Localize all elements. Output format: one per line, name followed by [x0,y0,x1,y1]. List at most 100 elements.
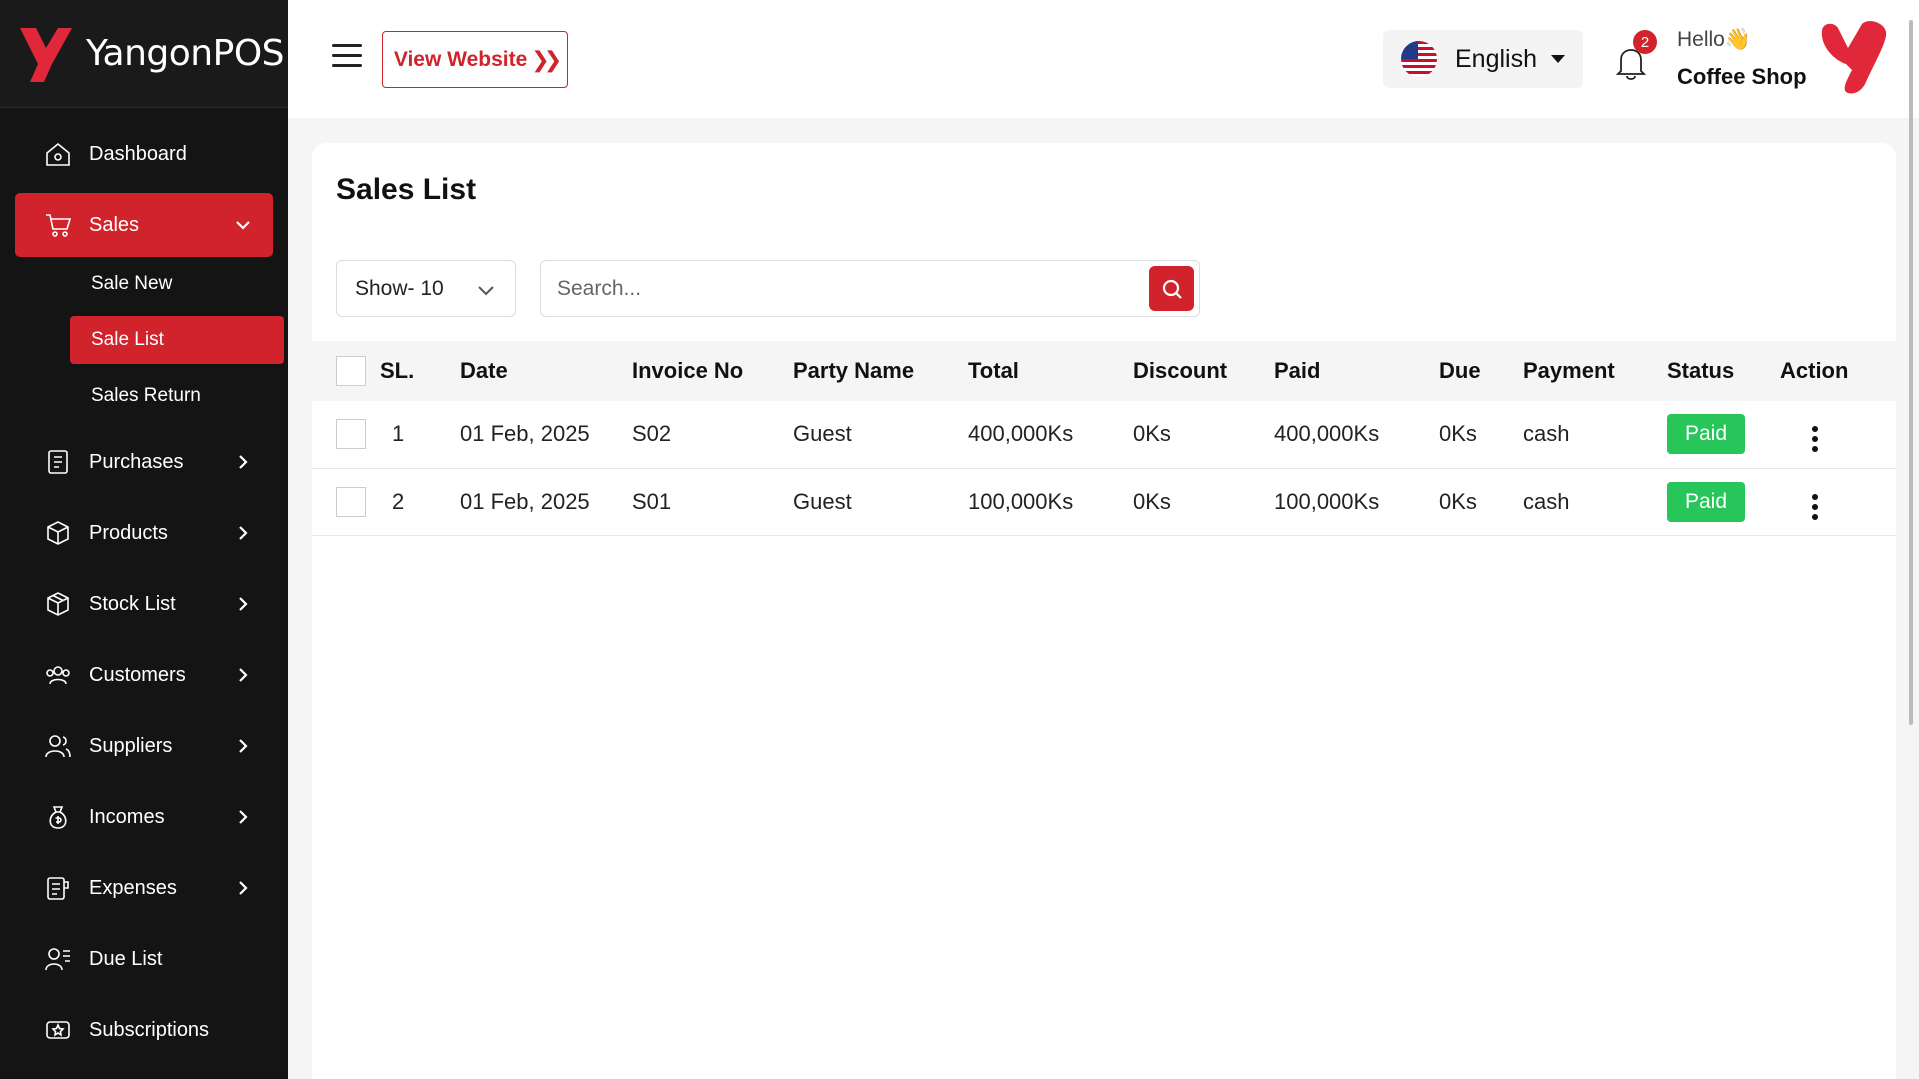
home-icon [43,139,73,169]
receipt-icon [43,447,73,477]
sidebar-item-label: Products [89,521,168,544]
topbar: View Website ❯❯ English 2 Hello👋 Coffee … [288,0,1919,118]
col-header-invoice: Invoice No [632,358,744,383]
cell-invoice: S02 [632,421,672,447]
show-entries-select[interactable]: Show- 10 [336,260,516,317]
box-icon [43,518,73,548]
cell-date: 01 Feb, 2025 [460,488,590,514]
row-checkbox[interactable] [336,486,366,517]
col-header-due: Due [1439,358,1481,383]
sidebar-item-label: Subscriptions [89,1018,210,1041]
sidebar-item-dashboard[interactable]: Dashboard [15,122,273,186]
sidebar-item-label: Suppliers [89,734,173,757]
col-header-sl: SL. [380,358,415,383]
chevron-right-icon [233,807,253,827]
sidebar-item-label: Dashboard [89,142,187,165]
chevron-right-icon [233,878,253,898]
cell-paid: 100,000Ks [1274,488,1380,514]
avatar[interactable] [1818,20,1890,98]
more-actions-icon[interactable] [1802,490,1828,524]
us-flag-icon [1401,41,1437,77]
sidebar-item-due-list[interactable]: Due List [15,927,273,991]
table-header-row: SL. Date Invoice No Party Name Total Dis… [312,341,1896,401]
search-box [540,260,1200,317]
cell-payment: cash [1523,488,1570,514]
show-entries-value: Show- 10 [355,276,444,300]
greeting-text: Hello👋 [1677,28,1752,51]
double-chevron-right-icon: ❯❯ [531,46,562,72]
due-list-icon [43,944,73,974]
col-header-party: Party Name [793,358,915,383]
col-header-paid: Paid [1274,358,1321,383]
sidebar-item-suppliers[interactable]: Suppliers [15,714,273,778]
cell-invoice: S01 [632,488,672,514]
sidebar-item-products[interactable]: Products [15,501,273,565]
sidebar-item-label: Incomes [89,805,165,828]
cube-icon [43,589,73,619]
sidebar-item-stock-list[interactable]: Stock List [15,572,273,636]
sidebar-item-label: Customers [89,663,186,686]
row-checkbox[interactable] [336,419,366,450]
suppliers-icon [43,731,73,761]
brand-name: YangonPOS [86,33,285,74]
cell-party: Guest [793,421,852,447]
col-header-total: Total [968,358,1019,383]
chevron-down-icon [475,279,497,301]
sidebar-item-label: Expenses [89,876,177,899]
cell-sl: 2 [392,488,405,514]
col-header-action: Action [1780,358,1849,383]
status-badge: Paid [1667,414,1746,455]
status-badge: Paid [1667,481,1746,522]
expense-icon [43,873,73,903]
sales-list-card: Sales List Show- 10 SL. Date Invoice No … [312,143,1896,1079]
brand-logo-icon [20,27,72,82]
notification-badge: 2 [1633,30,1657,54]
sidebar-item-label: Purchases [89,450,184,473]
user-name: Coffee Shop [1677,64,1807,89]
chevron-right-icon [233,523,253,543]
cell-party: Guest [793,488,852,514]
search-input[interactable] [557,273,1117,305]
cell-discount: 0Ks [1133,421,1171,447]
select-all-checkbox[interactable] [336,356,366,386]
col-header-date: Date [460,358,508,383]
view-website-button[interactable]: View Website ❯❯ [382,31,568,88]
sidebar-subitem-sale-list[interactable]: Sale List [70,316,284,364]
more-actions-icon[interactable] [1802,422,1828,456]
cell-due: 0Ks [1439,421,1477,447]
cell-total: 400,000Ks [968,421,1074,447]
money-bag-icon [43,802,73,832]
sidebar-nav: Dashboard Sales Sale New Sale List Sales… [0,108,288,1062]
cell-sl: 1 [392,421,405,447]
search-button[interactable] [1149,266,1194,311]
sidebar-item-label: Sales [89,213,140,236]
col-header-payment: Payment [1523,358,1615,383]
brand[interactable]: YangonPOS [0,0,288,108]
sidebar-item-subscriptions[interactable]: Subscriptions [15,998,273,1062]
sidebar-subitem-sales-return[interactable]: Sales Return [70,372,284,420]
sales-table: SL. Date Invoice No Party Name Total Dis… [312,341,1896,536]
page-title: Sales List [336,173,477,206]
sales-submenu: Sale New Sale List Sales Return [0,260,288,420]
language-label: English [1455,44,1537,73]
chevron-right-icon [233,736,253,756]
language-selector[interactable]: English [1383,30,1583,88]
caret-down-icon [1551,55,1565,63]
sidebar-item-customers[interactable]: Customers [15,643,273,707]
sidebar-subitem-sale-new[interactable]: Sale New [70,260,284,308]
subscription-icon [43,1015,73,1045]
sidebar-item-expenses[interactable]: Expenses [15,856,273,920]
table-row: 1 01 Feb, 2025 S02 Guest 400,000Ks 0Ks 4… [312,401,1896,468]
col-header-status: Status [1667,358,1735,383]
sidebar-item-incomes[interactable]: Incomes [15,785,273,849]
table-row: 2 01 Feb, 2025 S01 Guest 100,000Ks 0Ks 1… [312,468,1896,535]
sidebar-item-purchases[interactable]: Purchases [15,430,273,494]
col-header-discount: Discount [1133,358,1228,383]
cell-date: 01 Feb, 2025 [460,421,590,447]
chevron-right-icon [233,452,253,472]
chevron-right-icon [233,594,253,614]
sidebar-item-sales[interactable]: Sales [15,193,273,257]
cell-total: 100,000Ks [968,488,1074,514]
menu-toggle-icon[interactable] [332,44,362,68]
page-scrollbar[interactable] [1909,20,1913,725]
